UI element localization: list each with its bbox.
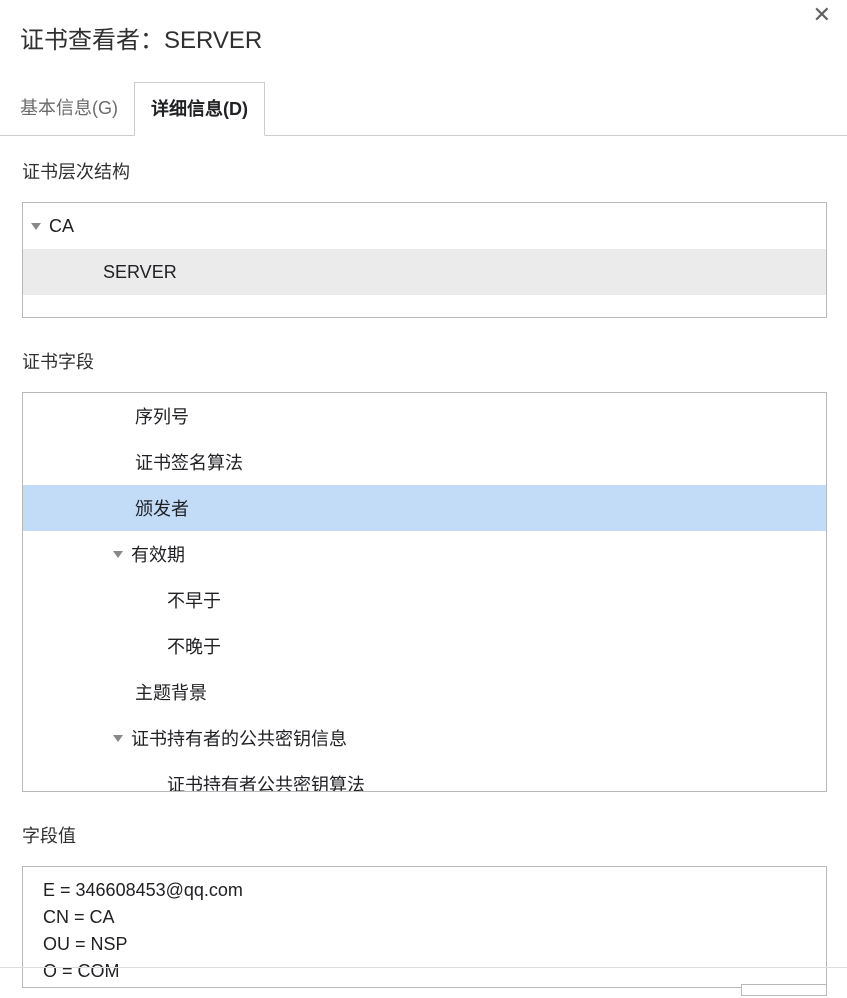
field-pubkey-algo[interactable]: 证书持有者公共密钥算法 bbox=[23, 761, 826, 792]
field-value-display: E = 346608453@qq.com CN = CA OU = NSP O … bbox=[22, 866, 827, 988]
footer-area bbox=[741, 984, 827, 996]
value-label: 字段值 bbox=[22, 822, 827, 848]
tree-label: CA bbox=[49, 216, 74, 237]
hierarchy-label: 证书层次结构 bbox=[22, 158, 827, 184]
value-line: OU = NSP bbox=[43, 931, 806, 958]
footer-button[interactable] bbox=[741, 984, 827, 996]
tab-general[interactable]: 基本信息(G) bbox=[4, 82, 134, 136]
hierarchy-tree: CA SERVER bbox=[22, 202, 827, 318]
chevron-down-icon bbox=[113, 735, 123, 742]
value-line: O = COM bbox=[43, 958, 806, 985]
field-validity[interactable]: 有效期 bbox=[23, 531, 826, 577]
footer-divider bbox=[0, 967, 847, 968]
tab-bar: 基本信息(G) 详细信息(D) bbox=[0, 81, 847, 136]
tab-details[interactable]: 详细信息(D) bbox=[134, 82, 265, 136]
chevron-down-icon bbox=[31, 223, 41, 230]
tree-label: SERVER bbox=[103, 262, 177, 283]
close-icon[interactable]: ✕ bbox=[807, 4, 837, 26]
field-pubkey-info[interactable]: 证书持有者的公共密钥信息 bbox=[23, 715, 826, 761]
field-issuer[interactable]: 颁发者 bbox=[23, 485, 826, 531]
dialog-header: 证书查看者：SERVER ✕ bbox=[0, 0, 847, 55]
field-serial[interactable]: 序列号 bbox=[23, 393, 826, 439]
field-sig-algo[interactable]: 证书签名算法 bbox=[23, 439, 826, 485]
content-area: 证书层次结构 CA SERVER 证书字段 序列号 证书签名算法 颁发者 有效期… bbox=[0, 136, 847, 988]
chevron-down-icon bbox=[113, 551, 123, 558]
value-line: L = SZ bbox=[43, 985, 806, 988]
value-line: CN = CA bbox=[43, 904, 806, 931]
field-not-after[interactable]: 不晚于 bbox=[23, 623, 826, 669]
dialog-title: 证书查看者：SERVER bbox=[20, 6, 262, 55]
field-subject[interactable]: 主题背景 bbox=[23, 669, 826, 715]
fields-tree: 序列号 证书签名算法 颁发者 有效期 不早于 不晚于 主题背景 证书持有者的公共… bbox=[22, 392, 827, 792]
field-not-before[interactable]: 不早于 bbox=[23, 577, 826, 623]
value-line: E = 346608453@qq.com bbox=[43, 877, 806, 904]
tree-row-server[interactable]: SERVER bbox=[23, 249, 826, 295]
tree-row-ca[interactable]: CA bbox=[23, 203, 826, 249]
fields-label: 证书字段 bbox=[22, 348, 827, 374]
